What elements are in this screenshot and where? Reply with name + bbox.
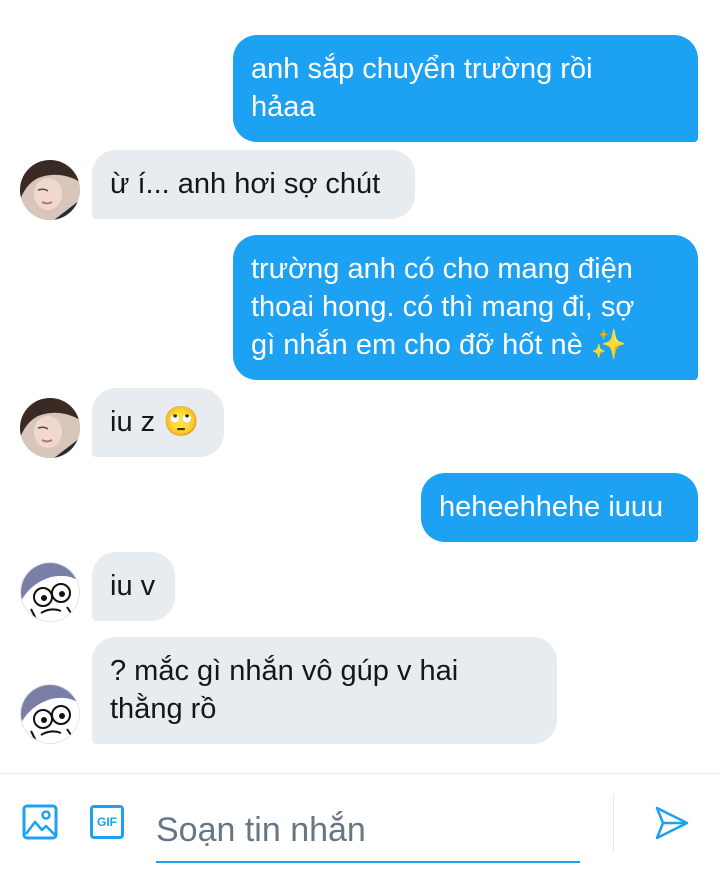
girl-avatar-icon [20,160,80,220]
girl-avatar-icon [20,398,80,458]
image-icon[interactable] [22,804,58,840]
avatar[interactable] [20,398,80,458]
message-bubble-outgoing[interactable]: trường anh có cho mang điện thoai hong. … [233,235,698,380]
avatar[interactable] [20,160,80,220]
doodle-avatar-icon [21,685,79,743]
send-icon[interactable] [654,805,690,841]
divider [613,794,614,852]
message-bubble-incoming[interactable]: ừ í... anh hơi sợ chút [92,150,415,219]
message-composer: GIF [0,773,720,872]
message-input[interactable] [156,799,580,863]
gif-icon[interactable]: GIF [90,805,124,839]
message-bubble-outgoing[interactable]: anh sắp chuyển trường rồi hảaa [233,35,698,142]
message-bubble-outgoing[interactable]: heheehhehe iuuu [421,473,698,542]
message-bubble-incoming[interactable]: iu v [92,552,175,621]
message-bubble-incoming[interactable]: ? mắc gì nhắn vô gúp v hai thằng rồ [92,637,557,744]
doodle-avatar-icon [21,563,79,621]
message-bubble-incoming[interactable]: iu z 🙄 [92,388,224,457]
avatar[interactable] [20,684,80,744]
avatar[interactable] [20,562,80,622]
